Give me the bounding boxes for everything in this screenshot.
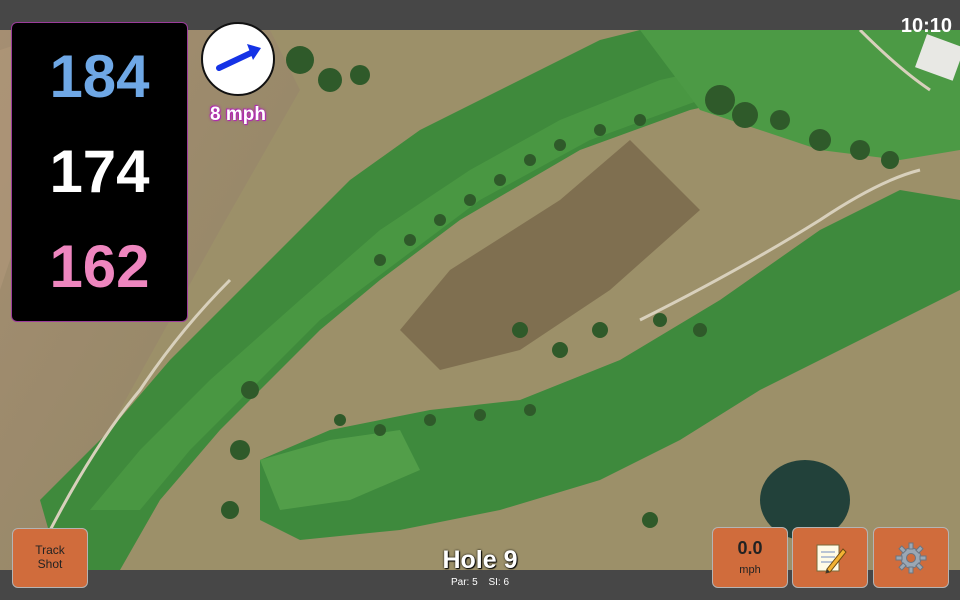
gear-icon [895, 542, 927, 573]
hole-title: Hole 9 [442, 546, 518, 574]
notepad-pencil-icon [816, 544, 847, 574]
speed-unit: mph [739, 564, 761, 577]
track-shot-label-line2: Shot [37, 557, 63, 571]
distance-back: 184 [49, 42, 150, 110]
speed-value: 0.0 [737, 537, 763, 558]
si-label: SI: 6 [488, 577, 510, 588]
par-label: Par: 5 [450, 577, 478, 588]
clock: 10:10 [900, 15, 952, 37]
settings-button[interactable] [873, 527, 949, 588]
hole-info: Hole 9 Par: 5 SI: 6 [380, 546, 580, 589]
notes-button[interactable] [792, 527, 868, 588]
track-shot-button[interactable]: Track Shot [12, 528, 88, 588]
hole-details: Par: 5 SI: 6 [380, 577, 580, 588]
distance-panel: 184 174 162 [11, 22, 188, 322]
wind-speed-label: 8 mph [210, 104, 266, 125]
arrow-icon [216, 44, 261, 71]
track-shot-label-line1: Track [35, 543, 65, 558]
wind-indicator [201, 22, 275, 96]
distance-front: 162 [49, 233, 150, 301]
distance-middle: 174 [49, 137, 150, 205]
speed-button[interactable]: 0.0 mph [712, 527, 788, 588]
